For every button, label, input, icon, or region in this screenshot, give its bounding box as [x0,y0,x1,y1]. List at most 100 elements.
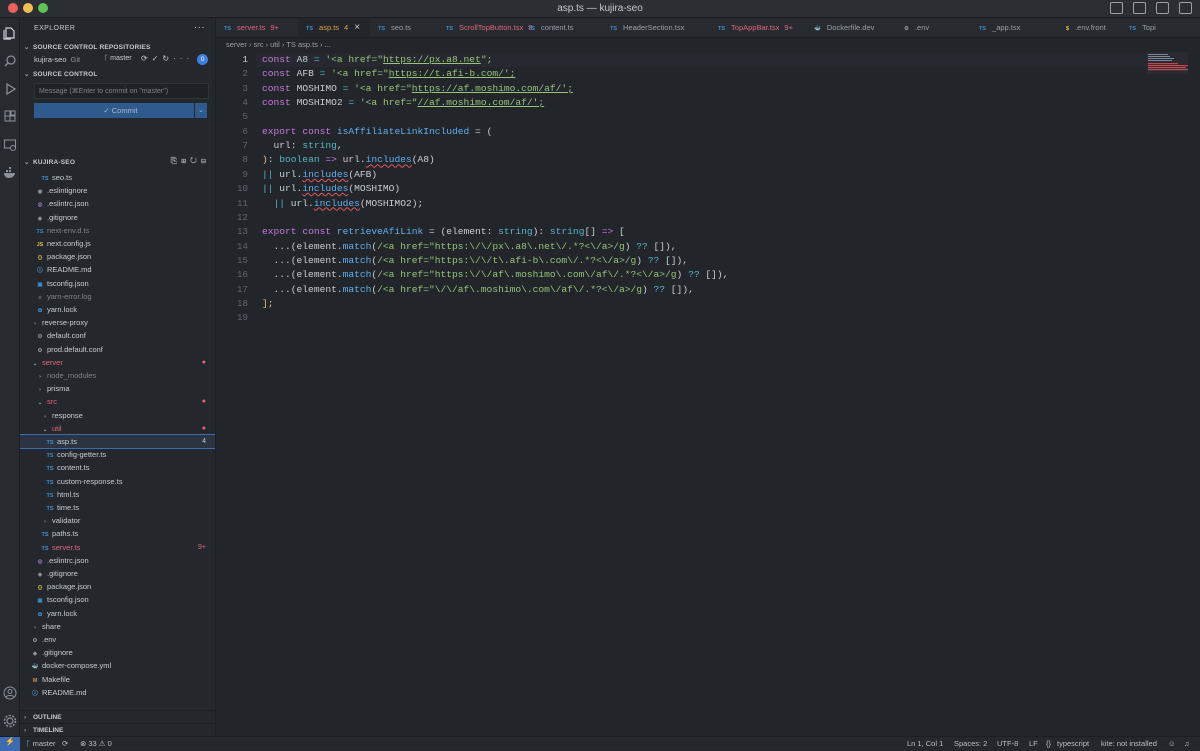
code-line[interactable]: ...(element.match(/<a href="https:\/\/af… [262,269,729,280]
editor-tab[interactable]: TS seo.ts [370,18,438,37]
account-icon[interactable] [3,686,17,700]
commit-message-input[interactable]: Message (⌘Enter to commit on "master") [34,83,209,99]
tree-file[interactable]: TS config-getter.ts [20,448,215,461]
search-icon[interactable] [3,54,17,68]
branch-status[interactable]: ᚴ master [26,739,56,748]
tree-file[interactable]: TS time.ts [20,501,215,514]
more-icon[interactable]: ··· [173,54,193,63]
language-mode[interactable]: typescript [1057,739,1089,748]
indentation-status[interactable]: Spaces: 2 [954,739,987,748]
repo-actions[interactable]: ⟳✓↻··· [141,54,193,63]
scm-repositories-section[interactable]: ⌄ SOURCE CONTROL REPOSITORIES [20,40,215,53]
tree-file[interactable]: {} package.json [20,250,215,263]
code-line[interactable]: export const isAffiliateLinkIncluded = ( [262,126,492,137]
editor-tab[interactable]: 🐳 Dockerfile.dev [806,18,896,37]
tree-file[interactable]: ◎ .eslintrc.json [20,554,215,567]
notifications-icon[interactable]: ♫ [1184,739,1190,748]
remote-explorer-icon[interactable] [3,138,17,152]
tree-file[interactable]: {} package.json [20,580,215,593]
tree-file[interactable]: TS asp.ts 4 [20,434,215,449]
settings-gear-icon[interactable] [3,714,17,728]
tree-file[interactable]: ⓘ README.md [20,686,215,699]
close-tab-icon[interactable]: × [354,22,360,33]
code-line[interactable]: ...(element.match(/<a href="https:\/\/t\… [262,255,689,266]
branch-indicator[interactable]: ᚴ master [104,55,132,62]
breadcrumb[interactable]: server › src › util › TS asp.ts › ... [226,40,331,49]
code-line[interactable]: ]; [262,298,274,309]
feedback-icon[interactable]: ☺ [1168,739,1176,748]
minimap[interactable] [1146,52,1188,74]
source-control-section[interactable]: ⌄ SOURCE CONTROL [20,67,215,80]
customize-layout-icon[interactable] [1179,2,1192,14]
editor-tab[interactable]: TS TopAppBar.tsx 9+ [710,18,806,37]
explorer-icon[interactable] [3,26,17,40]
code-line[interactable]: url: string, [262,140,343,151]
workspace-actions[interactable]: ⎘⊞↻⊟ [171,156,210,166]
tree-file[interactable]: ⚙ default.conf [20,329,215,342]
sync-icon[interactable]: ⟳ [141,54,152,63]
tree-file[interactable]: M Makefile [20,673,215,686]
problems-status[interactable]: ⊗ 33 ⚠ 0 [80,739,112,748]
tree-file[interactable]: 🐳 docker-compose.yml [20,659,215,672]
encoding-status[interactable]: UTF-8 [997,739,1018,748]
tree-file[interactable]: ⚙ .env [20,633,215,646]
code-line[interactable]: || url.includes(MOSHIMO) [262,183,400,194]
tree-folder[interactable]: › validator [20,514,215,527]
remote-indicator-icon[interactable]: ⚡ [0,737,20,751]
code-line[interactable]: || url.includes(AFB) [262,169,377,180]
editor-tab[interactable]: ⚙ .env [896,18,971,37]
toggle-panel-icon[interactable] [1133,2,1146,14]
check-icon[interactable]: ✓ [152,54,163,63]
refresh-icon[interactable]: ↻ [190,156,201,165]
tree-file[interactable]: ▣ tsconfig.json [20,277,215,290]
tree-file[interactable]: ⚙ prod.default.conf [20,343,215,356]
sync-icon[interactable]: ⟳ [62,739,68,748]
eol-status[interactable]: LF [1029,739,1038,748]
tree-folder[interactable]: ⌄ util ● [20,422,215,435]
tree-file[interactable]: TS content.ts [20,461,215,474]
code-line[interactable]: const A8 = '<a href="https://px.a8.net"; [262,54,492,65]
code-line[interactable]: ...(element.match(/<a href="\/\/af\.mosh… [262,284,694,295]
toggle-secondary-sidebar-icon[interactable] [1156,2,1169,14]
tree-file[interactable]: TS html.ts [20,488,215,501]
tree-file[interactable]: TS paths.ts [20,527,215,540]
tree-folder[interactable]: › prisma [20,382,215,395]
tree-folder[interactable]: › share [20,620,215,633]
outline-section[interactable]: › OUTLINE [20,710,215,723]
tree-file[interactable]: ◎ .eslintrc.json [20,197,215,210]
code-line[interactable]: ): boolean => url.includes(A8) [262,154,435,165]
more-actions-icon[interactable]: ··· [194,22,205,33]
kite-status[interactable]: kite: not installed [1101,739,1157,748]
tree-file[interactable]: ≡ yarn-error.log [20,290,215,303]
tree-folder[interactable]: › node_modules [20,369,215,382]
timeline-section[interactable]: › TIMELINE [20,723,215,736]
refresh-icon[interactable]: ↻ [162,54,173,63]
tree-file[interactable]: ◆ .gitignore [20,211,215,224]
tree-folder[interactable]: ⌄ server ● [20,356,215,369]
tree-file[interactable]: TS custom-response.ts [20,475,215,488]
collapse-all-icon[interactable]: ⊟ [201,156,210,165]
toggle-primary-sidebar-icon[interactable] [1110,2,1123,14]
editor-tab[interactable]: TS content.ts [520,18,602,37]
tree-file[interactable]: ◉ .eslintignore [20,184,215,197]
tree-file[interactable]: ✿ yarn.lock [20,607,215,620]
tree-folder[interactable]: › reverse-proxy [20,316,215,329]
tree-file[interactable]: JS next.config.js [20,237,215,250]
code-line[interactable]: ...(element.match(/<a href="https:\/\/px… [262,241,677,252]
tree-file[interactable]: ◆ .gitignore [20,646,215,659]
run-debug-icon[interactable] [3,82,17,96]
editor-tab[interactable]: TS Topi [1121,18,1200,37]
tree-file[interactable]: ▣ tsconfig.json [20,593,215,606]
code-line[interactable]: const MOSHIMO = '<a href="https://af.mos… [262,83,573,94]
tree-file[interactable]: ◆ .gitignore [20,567,215,580]
commit-button[interactable]: ✓ Commit ⌄ [34,103,207,118]
tree-file[interactable]: ✿ yarn.lock [20,303,215,316]
code-line[interactable]: const MOSHIMO2 = '<a href="//af.moshimo.… [262,97,544,108]
cursor-position[interactable]: Ln 1, Col 1 [907,739,943,748]
editor-tab[interactable]: TS HeaderSection.tsx [602,18,710,37]
new-file-icon[interactable]: ⎘ [171,156,181,165]
tree-file[interactable]: TS seo.ts [20,171,215,184]
tree-file[interactable]: ⓘ README.md [20,263,215,276]
tree-file[interactable]: TS next-env.d.ts [20,224,215,237]
repository-row[interactable]: kujira-seo Git ᚴ master ⟳✓↻··· 0 [20,53,215,67]
